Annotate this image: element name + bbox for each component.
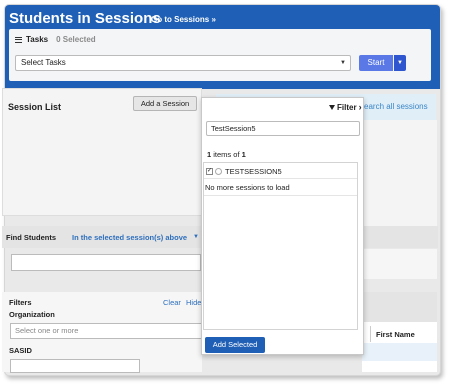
add-session-button[interactable]: Add a Session	[133, 96, 197, 111]
no-more-sessions-text: No more sessions to load	[204, 180, 357, 196]
menu-icon	[15, 36, 22, 43]
find-students-input[interactable]	[11, 254, 201, 271]
select-tasks-dropdown[interactable]: Select Tasks ▼	[15, 55, 351, 71]
caret-down-icon: ▼	[340, 60, 346, 66]
column-divider	[370, 326, 371, 342]
items-shown: 1	[207, 150, 212, 159]
filter-toggle[interactable]: Filter ›	[329, 103, 362, 112]
table-row[interactable]	[362, 343, 437, 361]
chevron-right-icon: ›	[358, 102, 362, 112]
organization-select[interactable]: Select one or more	[10, 323, 202, 339]
hide-filters-link[interactable]: Hide	[186, 298, 201, 307]
session-checkbox[interactable]: ✓	[206, 167, 213, 175]
session-status-icon	[215, 167, 222, 175]
session-details-panel	[362, 120, 437, 230]
tasks-selected-count: 0 Selected	[56, 35, 96, 44]
sasid-label: SASID	[9, 346, 32, 355]
organization-label: Organization	[9, 310, 55, 319]
items-of-label: items of	[213, 150, 240, 159]
tasks-label: Tasks	[26, 35, 49, 44]
page-title: Students in Sessions	[9, 10, 161, 27]
chevron-down-icon[interactable]: ▼	[193, 234, 199, 240]
start-button[interactable]: Start	[359, 55, 393, 71]
tasks-panel: Tasks 0 Selected Select Tasks ▼ Start ▼	[9, 29, 431, 81]
sasid-input[interactable]	[10, 359, 140, 373]
session-search-input[interactable]: TestSession5	[206, 121, 360, 136]
filters-label: Filters	[9, 298, 32, 307]
clear-filters-link[interactable]: Clear	[163, 298, 181, 307]
find-results-panel	[362, 249, 437, 279]
filter-label: Filter	[337, 103, 357, 112]
find-scope-dropdown[interactable]: In the selected session(s) above	[72, 233, 187, 242]
funnel-icon	[329, 105, 335, 110]
find-students-label: Find Students	[6, 233, 56, 242]
items-count: 1 items of 1	[207, 150, 246, 159]
session-list-panel: Session List Add a Session	[2, 88, 202, 216]
start-menu-caret-icon[interactable]: ▼	[394, 55, 406, 71]
go-to-sessions-link[interactable]: Go to Sessions »	[151, 15, 216, 24]
select-tasks-value: Select Tasks	[21, 58, 66, 67]
items-total: 1	[241, 150, 246, 159]
session-list-title: Session List	[8, 102, 62, 112]
session-name: TESTSESSION5	[225, 166, 282, 176]
tasks-header: Tasks 0 Selected	[15, 35, 96, 44]
first-name-column-header[interactable]: First Name	[376, 330, 415, 339]
list-item[interactable]: ✓ TESTSESSION5	[204, 164, 357, 179]
table-toolbar	[362, 292, 437, 322]
add-selected-button[interactable]: Add Selected	[205, 337, 265, 353]
header-bar: Students in Sessions Go to Sessions » Ta…	[5, 5, 440, 89]
search-all-sessions-link[interactable]: search all sessions	[360, 102, 428, 111]
